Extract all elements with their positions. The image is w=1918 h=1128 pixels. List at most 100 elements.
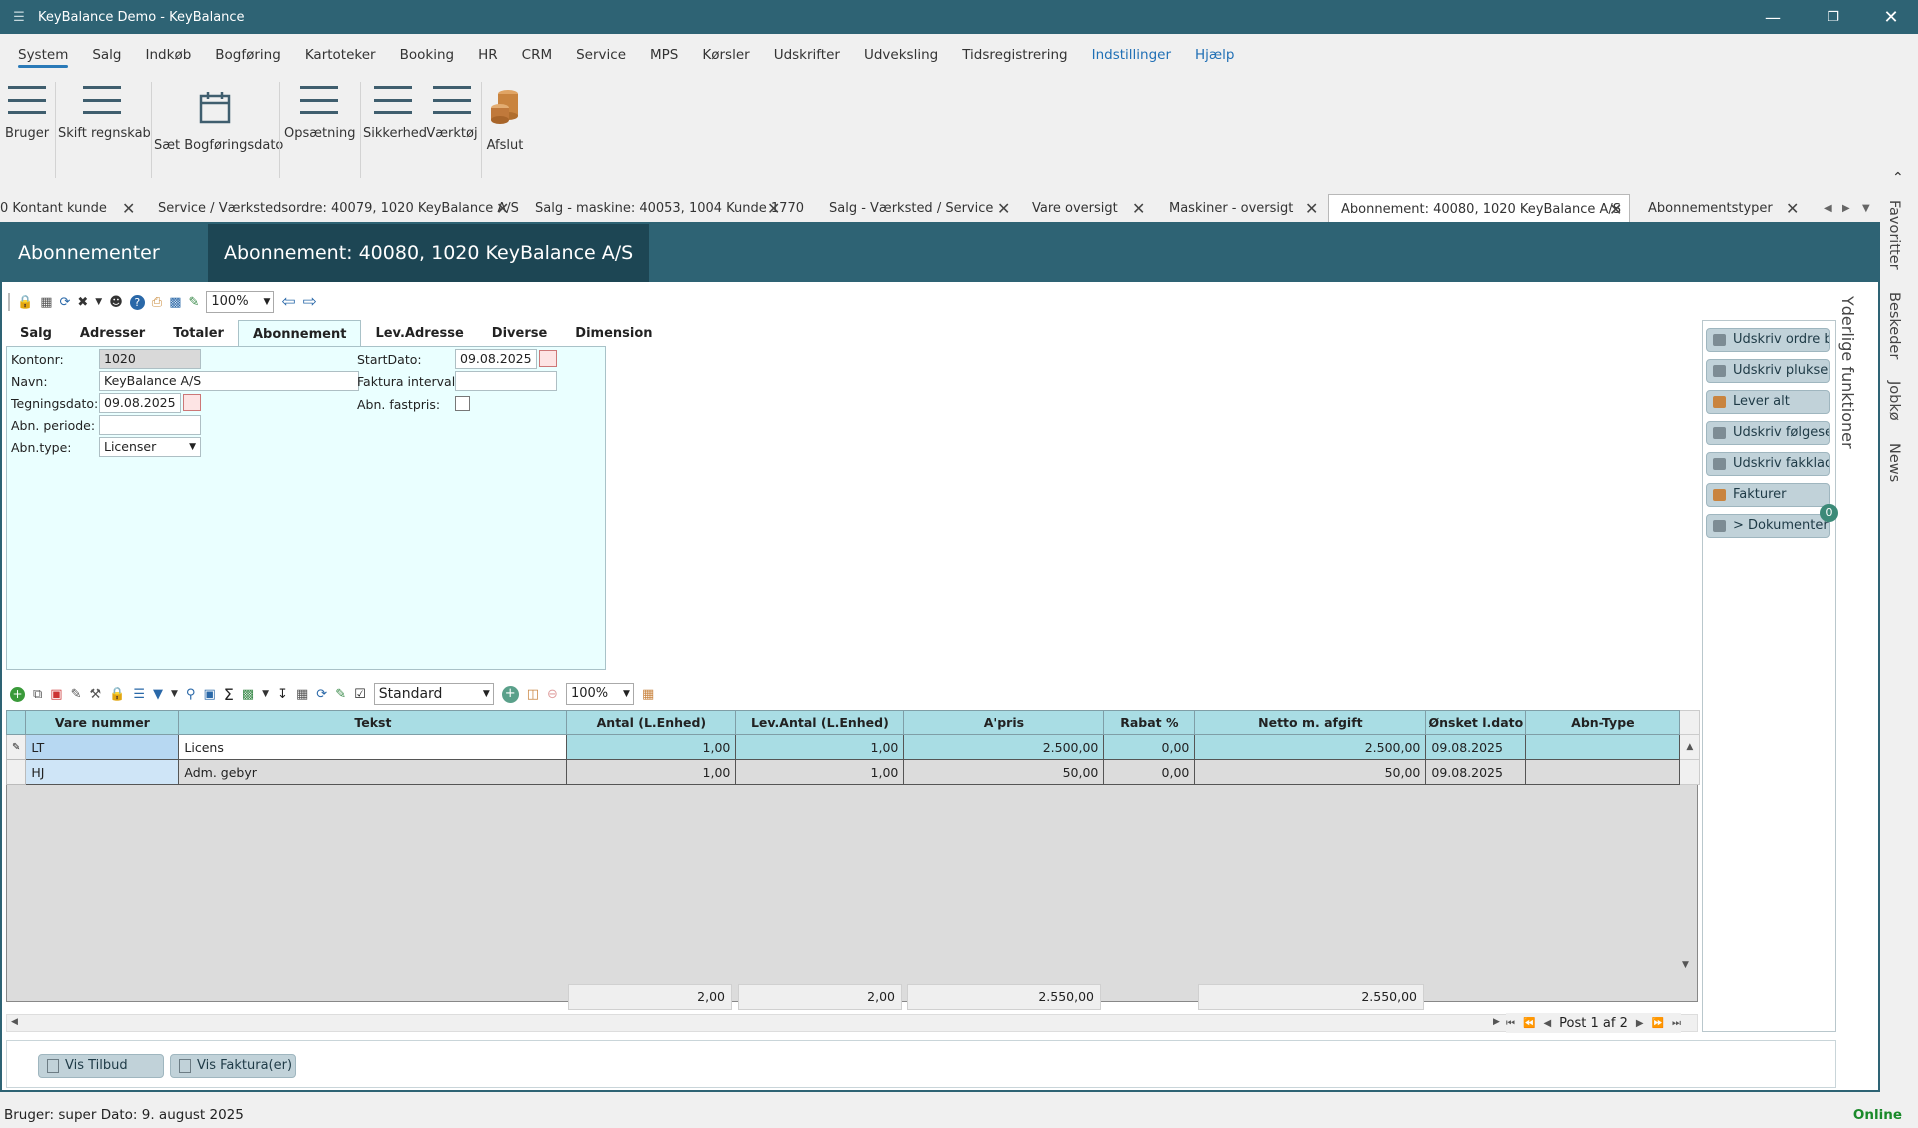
- scroll-right-icon[interactable]: ▶: [1493, 1017, 1500, 1027]
- close-tab-icon[interactable]: ✕: [1305, 194, 1318, 224]
- vis-fakturaer-button[interactable]: Vis Faktura(er): [170, 1054, 296, 1078]
- add-row-icon[interactable]: +: [10, 686, 25, 702]
- cell-dato[interactable]: 09.08.2025: [1425, 734, 1527, 760]
- excel-icon[interactable]: ▩: [242, 687, 254, 702]
- close-tab-icon[interactable]: ✕: [1609, 195, 1622, 225]
- cell-antal[interactable]: 1,00: [566, 759, 737, 785]
- filter-icon[interactable]: ▼: [153, 687, 163, 702]
- vis-tilbud-button[interactable]: Vis Tilbud: [38, 1054, 164, 1078]
- cell-type[interactable]: [1525, 734, 1681, 760]
- tools-icon[interactable]: ✖: [77, 295, 88, 310]
- menu-system[interactable]: System: [6, 40, 80, 70]
- menu-mps[interactable]: MPS: [638, 40, 690, 70]
- lever-alt-button[interactable]: Lever alt: [1706, 390, 1830, 414]
- cell-type[interactable]: [1525, 759, 1681, 785]
- cell-tekst[interactable]: Adm. gebyr: [178, 759, 568, 785]
- cell-vare[interactable]: HJ: [25, 759, 180, 785]
- doc-tab[interactable]: Abonnementstyper ✕: [1648, 194, 1799, 224]
- scrollbar-track[interactable]: [1679, 759, 1701, 785]
- col-antal[interactable]: Antal (L.Enhed): [566, 710, 737, 735]
- col-netto[interactable]: Netto m. afgift: [1194, 710, 1427, 735]
- menu-kartoteker[interactable]: Kartoteker: [293, 40, 388, 70]
- next-page-fast-icon[interactable]: ⏩: [1652, 1018, 1664, 1029]
- import-icon[interactable]: ↧: [277, 687, 288, 702]
- ribbon-saet-bogforingsdato-button[interactable]: Sæt Bogføringsdato: [154, 76, 283, 184]
- checkbox-icon[interactable]: ☑: [354, 687, 366, 702]
- cell-rabat[interactable]: 0,00: [1103, 759, 1196, 785]
- close-tab-icon[interactable]: ✕: [122, 194, 135, 224]
- ribbon-opsaetning-button[interactable]: Opsætning: [284, 76, 355, 184]
- udskriv-folgesed-button[interactable]: Udskriv følgesed: [1706, 421, 1830, 445]
- close-tab-icon[interactable]: ✕: [997, 194, 1010, 224]
- add-view-icon[interactable]: +: [501, 685, 519, 703]
- search-icon[interactable]: ⚲: [186, 687, 196, 702]
- close-tab-icon[interactable]: ✕: [767, 194, 780, 224]
- menu-crm[interactable]: CRM: [510, 40, 564, 70]
- save-view-icon[interactable]: ◫: [527, 687, 539, 702]
- calendar-icon[interactable]: [539, 350, 557, 367]
- first-page-icon[interactable]: ⏮: [1506, 1018, 1515, 1029]
- close-tab-icon[interactable]: ✕: [1786, 194, 1799, 224]
- next-page-icon[interactable]: ▶: [1636, 1018, 1644, 1029]
- minimize-icon[interactable]: —: [1750, 0, 1796, 34]
- col-abn-type[interactable]: Abn-Type: [1525, 710, 1681, 735]
- close-tab-icon[interactable]: ✕: [1132, 194, 1145, 224]
- tab-diverse[interactable]: Diverse: [478, 320, 562, 347]
- last-page-icon[interactable]: ⏭: [1672, 1018, 1681, 1029]
- copy-row-icon[interactable]: ⧉: [33, 687, 42, 702]
- wrench-icon[interactable]: ⚒: [90, 687, 102, 702]
- col-onsket-dato[interactable]: Ønsket l.dato: [1425, 710, 1527, 735]
- doc-tab[interactable]: Service / Værkstedsordre: 40079, 1020 Ke…: [158, 194, 519, 224]
- menu-tidsregistrering[interactable]: Tidsregistrering: [950, 40, 1079, 70]
- tab-adresser[interactable]: Adresser: [66, 320, 159, 347]
- grid-layout-icon[interactable]: ▦: [296, 687, 308, 702]
- cell-rabat[interactable]: 0,00: [1103, 734, 1196, 760]
- menu-hjaelp[interactable]: Hjælp: [1183, 40, 1246, 70]
- doc-tab[interactable]: Maskiner - oversigt ✕: [1169, 194, 1329, 224]
- prev-page-icon[interactable]: ◀: [1543, 1018, 1551, 1029]
- side-tab-jobko[interactable]: Jobkø: [1886, 381, 1902, 421]
- sum-icon[interactable]: Σ: [224, 685, 234, 704]
- menu-booking[interactable]: Booking: [388, 40, 466, 70]
- chevron-down-icon[interactable]: ▼: [95, 297, 102, 307]
- menu-hr[interactable]: HR: [466, 40, 510, 70]
- close-window-icon[interactable]: ✕: [1868, 0, 1914, 34]
- forward-arrow-icon[interactable]: ⇨: [303, 292, 317, 312]
- menu-udskrifter[interactable]: Udskrifter: [762, 40, 852, 70]
- edit-list-icon[interactable]: ✎: [188, 295, 199, 310]
- menu-salg[interactable]: Salg: [80, 40, 133, 70]
- cell-dato[interactable]: 09.08.2025: [1425, 759, 1527, 785]
- tegningsdato-field[interactable]: 09.08.2025: [99, 393, 181, 413]
- scroll-left-icon[interactable]: ◀: [11, 1017, 18, 1027]
- cell-vare[interactable]: LT: [25, 734, 180, 760]
- report-icon[interactable]: ▩: [169, 295, 181, 310]
- doc-tab[interactable]: 0 Kontant kunde ✕: [0, 194, 140, 224]
- calendar-grid-icon[interactable]: ▦: [642, 687, 654, 702]
- close-tab-icon[interactable]: ✕: [496, 194, 509, 224]
- columns-icon[interactable]: ☰: [133, 687, 145, 702]
- cell-apris[interactable]: 2.500,00: [903, 734, 1105, 760]
- col-rabat[interactable]: Rabat %: [1103, 710, 1196, 735]
- abn-periode-field[interactable]: [99, 415, 201, 435]
- cell-antal[interactable]: 1,00: [566, 734, 737, 760]
- tab-scroll-right-icon[interactable]: ▶: [1842, 194, 1850, 224]
- scroll-down-icon[interactable]: ▼: [1682, 960, 1689, 970]
- restore-icon[interactable]: ❐: [1810, 0, 1856, 34]
- view-select[interactable]: Standard ▼: [373, 683, 494, 705]
- help-icon[interactable]: ?: [129, 294, 145, 310]
- prev-page-fast-icon[interactable]: ⏪: [1523, 1018, 1535, 1029]
- grid-zoom-select[interactable]: 100% ▼: [565, 683, 634, 705]
- remove-view-icon[interactable]: ⊖: [547, 687, 558, 702]
- startdato-field[interactable]: 09.08.2025: [455, 349, 537, 369]
- doc-tab[interactable]: Salg - maskine: 40053, 1004 Kunde 1770 ✕: [535, 194, 804, 224]
- chevron-down-icon[interactable]: ▼: [262, 689, 269, 699]
- tab-salg[interactable]: Salg: [6, 320, 66, 347]
- fakturer-button[interactable]: Fakturer: [1706, 483, 1830, 507]
- lock-icon[interactable]: 🔒: [17, 295, 33, 310]
- print-setup-icon[interactable]: ⎙: [152, 295, 162, 310]
- cell-tekst[interactable]: Licens: [178, 734, 568, 760]
- edit-row-icon[interactable]: ✎: [5, 734, 27, 760]
- menu-bogforing[interactable]: Bogføring: [203, 40, 293, 70]
- col-lev-antal[interactable]: Lev.Antal (L.Enhed): [735, 710, 905, 735]
- side-tab-news[interactable]: News: [1886, 443, 1902, 482]
